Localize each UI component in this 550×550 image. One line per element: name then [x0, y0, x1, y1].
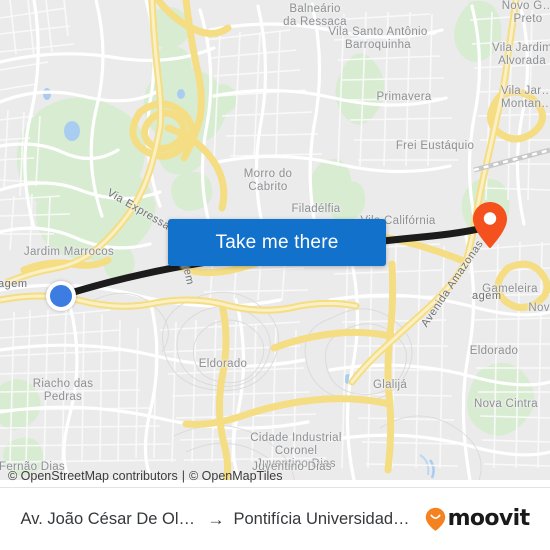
arrow-right-icon: → — [207, 509, 225, 529]
destination-marker[interactable] — [472, 201, 508, 249]
trip-footer: Av. João César De Oliveira… → Pontifícia… — [0, 487, 550, 550]
attribution-separator: | — [181, 469, 185, 483]
attribution-openmaptiles[interactable]: © OpenMapTiles — [189, 469, 283, 483]
footer-origin-label[interactable]: Av. João César De Oliveira… — [20, 510, 198, 529]
moovit-map-screen: Balneário da Ressaca Vila Santo Antônio B… — [0, 0, 550, 550]
map-attribution: © OpenStreetMap contributors | © OpenMap… — [0, 466, 550, 486]
origin-marker[interactable] — [46, 281, 76, 311]
map-pin-icon — [473, 202, 507, 249]
moovit-wordmark: moovit — [447, 506, 531, 531]
footer-destination-label[interactable]: Pontifícia Universidad… — [233, 510, 409, 529]
moovit-logo[interactable]: moovit — [425, 507, 530, 531]
moovit-pin-icon — [425, 507, 445, 531]
attribution-osm[interactable]: © OpenStreetMap contributors — [8, 469, 178, 483]
take-me-there-button[interactable]: Take me there — [168, 219, 386, 266]
map-canvas[interactable]: Balneário da Ressaca Vila Santo Antônio B… — [0, 0, 550, 480]
